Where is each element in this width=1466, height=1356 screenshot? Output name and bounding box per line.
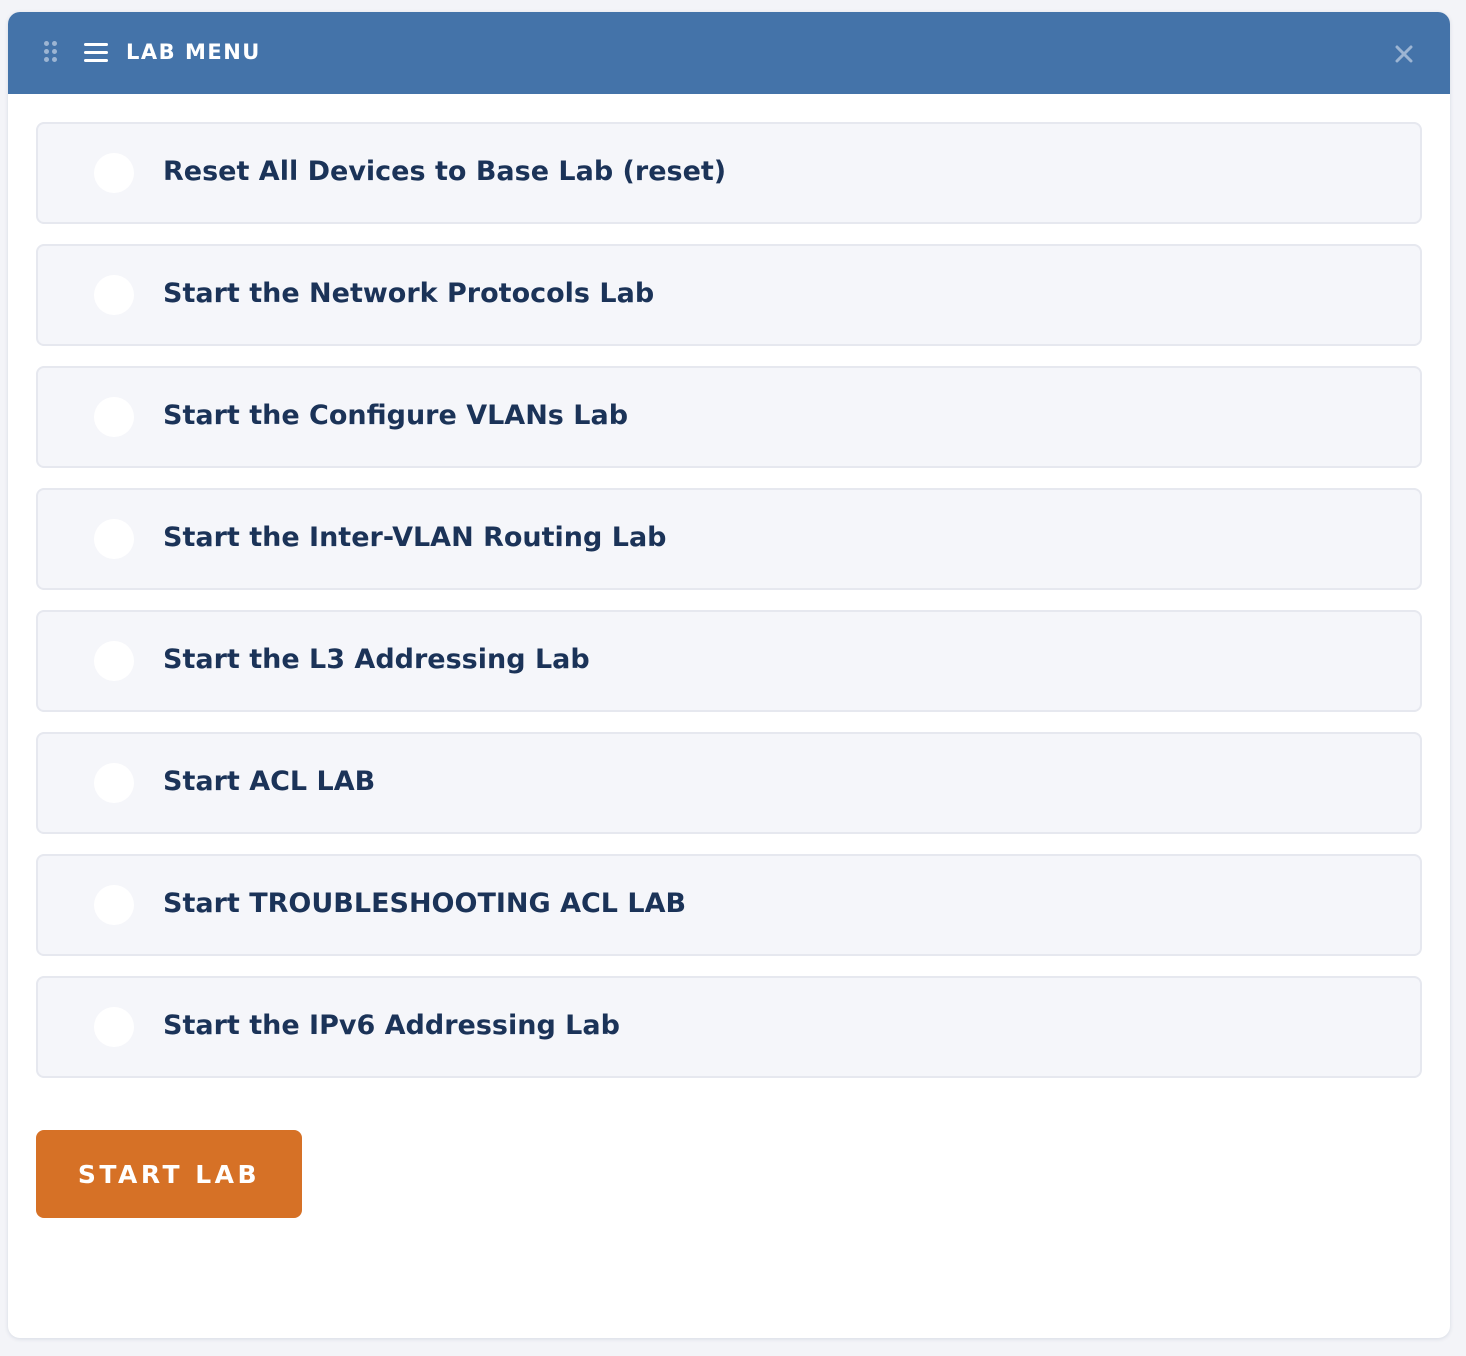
- lab-option[interactable]: Start ACL LAB: [36, 732, 1422, 834]
- lab-option[interactable]: Start the IPv6 Addressing Lab: [36, 976, 1422, 1078]
- panel-title: LAB MENU: [126, 40, 261, 64]
- lab-option[interactable]: Start the Configure VLANs Lab: [36, 366, 1422, 468]
- lab-option[interactable]: Start the L3 Addressing Lab: [36, 610, 1422, 712]
- radio-button[interactable]: [94, 641, 134, 681]
- lab-option-label: Start the Configure VLANs Lab: [163, 400, 629, 431]
- radio-button[interactable]: [94, 763, 134, 803]
- radio-button[interactable]: [94, 275, 134, 315]
- radio-button[interactable]: [94, 519, 134, 559]
- lab-option[interactable]: Start TROUBLESHOOTING ACL LAB: [36, 854, 1422, 956]
- lab-option-label: Start the L3 Addressing Lab: [163, 644, 590, 675]
- hamburger-menu-icon: [84, 43, 108, 63]
- radio-button[interactable]: [94, 397, 134, 437]
- lab-option-label: Reset All Devices to Base Lab (reset): [163, 156, 727, 187]
- lab-option-label: Start the IPv6 Addressing Lab: [163, 1010, 620, 1041]
- radio-button[interactable]: [94, 153, 134, 193]
- lab-option-label: Start ACL LAB: [163, 766, 376, 797]
- start-lab-button[interactable]: START LAB: [36, 1130, 302, 1218]
- lab-option-label: Start TROUBLESHOOTING ACL LAB: [163, 888, 687, 919]
- radio-button[interactable]: [94, 1007, 134, 1047]
- lab-options-list: Reset All Devices to Base Lab (reset) Sta…: [36, 122, 1422, 1098]
- lab-option[interactable]: Start the Inter-VLAN Routing Lab: [36, 488, 1422, 590]
- radio-button[interactable]: [94, 885, 134, 925]
- lab-option[interactable]: Start the Network Protocols Lab: [36, 244, 1422, 346]
- lab-option[interactable]: Reset All Devices to Base Lab (reset): [36, 122, 1422, 224]
- lab-menu-panel: LAB MENU Reset All Devices to Base Lab (…: [8, 12, 1450, 1338]
- lab-option-label: Start the Network Protocols Lab: [163, 278, 655, 309]
- close-icon[interactable]: [1392, 42, 1416, 66]
- lab-option-label: Start the Inter-VLAN Routing Lab: [163, 522, 667, 553]
- panel-header: LAB MENU: [8, 12, 1450, 94]
- drag-handle-icon[interactable]: [44, 41, 60, 63]
